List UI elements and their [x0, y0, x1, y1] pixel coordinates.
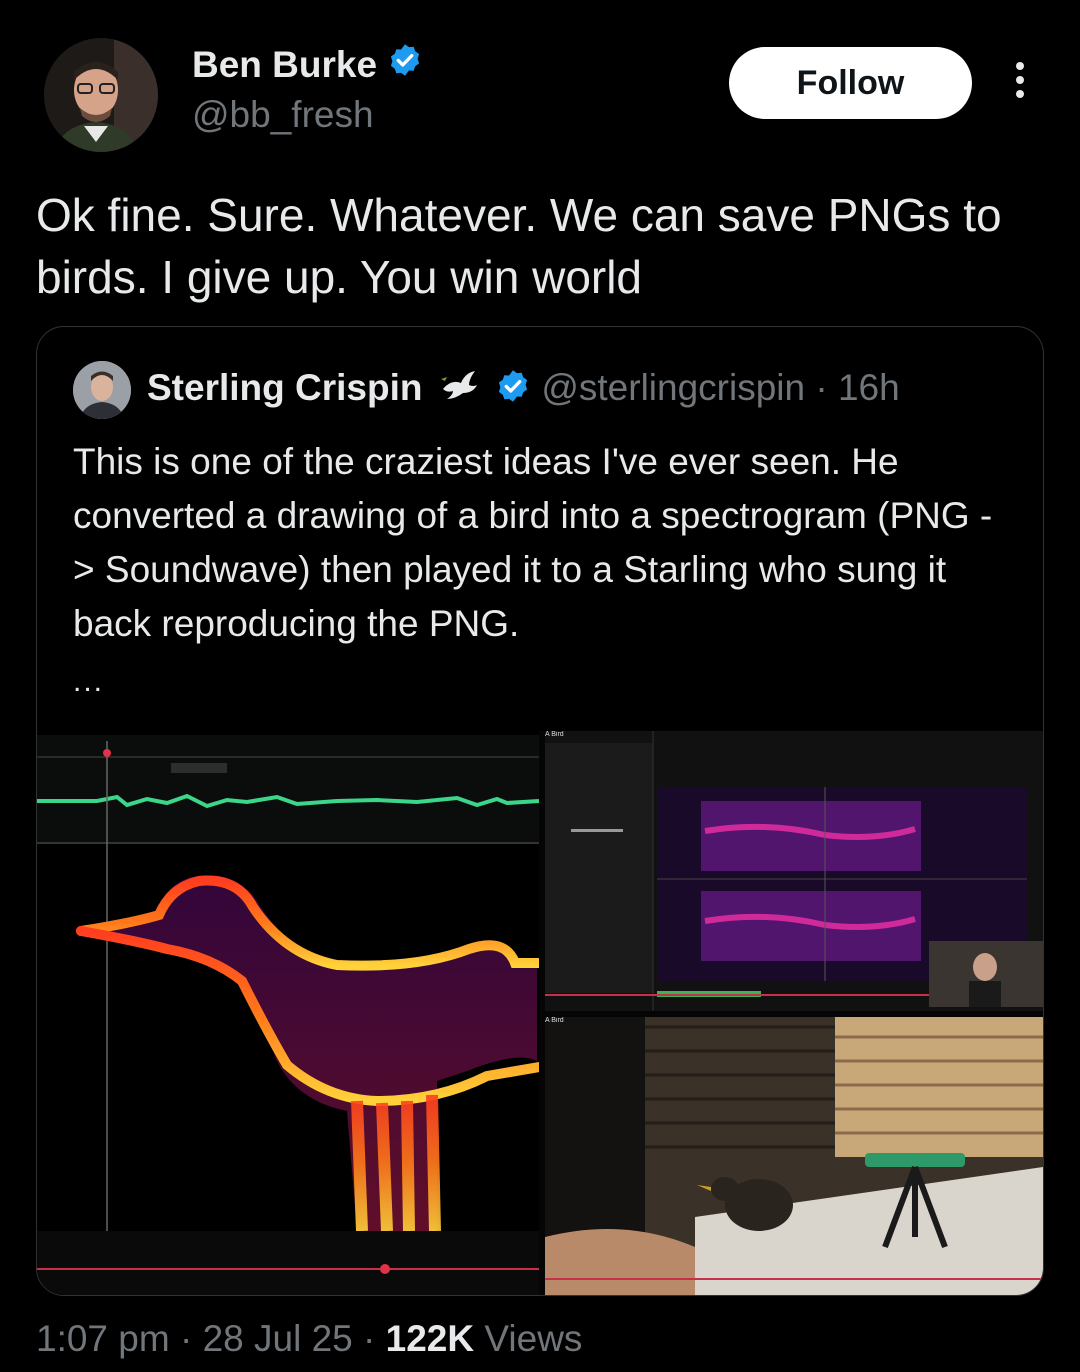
tweet-text: Ok fine. Sure. Whatever. We can save PNG… — [36, 189, 1002, 303]
separator-dot: · — [363, 1318, 376, 1359]
follow-button[interactable]: Follow — [729, 47, 972, 119]
author-name-text[interactable]: Ben Burke — [192, 44, 377, 85]
views-count: 122K — [385, 1318, 475, 1359]
views-label: Views — [484, 1318, 583, 1359]
media-label-top: A Bird — [545, 731, 564, 738]
media-grid: A Bird A Bird — [37, 731, 1043, 1295]
media-audio-editor-image[interactable]: A Bird — [545, 731, 1043, 1011]
more-options-icon[interactable] — [1008, 62, 1032, 106]
media-starling-photo[interactable]: A Bird — [545, 1017, 1043, 1295]
quoted-tweet[interactable]: Sterling Crispin @sterlingcrispin · 16h … — [36, 326, 1044, 1296]
quoted-timestamp[interactable]: 16h — [838, 367, 900, 408]
quoted-author-handle[interactable]: @sterlingcrispin — [541, 367, 805, 408]
media-label-bottom: A Bird — [545, 1017, 564, 1024]
quoted-ellipsis: ... — [73, 665, 105, 698]
quoted-author-name[interactable]: Sterling Crispin — [147, 367, 422, 408]
quoted-header: Sterling Crispin @sterlingcrispin · 16h — [147, 367, 900, 413]
separator-dot: · — [179, 1318, 193, 1359]
post-time[interactable]: 1:07 pm — [36, 1318, 170, 1359]
tweet-footer: 1:07 pm · 28 Jul 25 · 122K Views — [36, 1318, 582, 1360]
verified-badge-icon — [387, 42, 423, 87]
separator-dot: · — [815, 367, 828, 408]
media-spectrogram-image[interactable] — [37, 731, 539, 1295]
dove-icon — [439, 369, 479, 412]
quoted-verified-badge-icon — [495, 368, 531, 413]
author-avatar[interactable] — [44, 38, 158, 152]
author-name[interactable]: Ben Burke — [192, 42, 423, 90]
post-date[interactable]: 28 Jul 25 — [203, 1318, 353, 1359]
quoted-author-avatar — [73, 361, 131, 419]
quoted-text: This is one of the craziest ideas I've e… — [73, 441, 993, 644]
author-handle[interactable]: @bb_fresh — [192, 94, 374, 136]
